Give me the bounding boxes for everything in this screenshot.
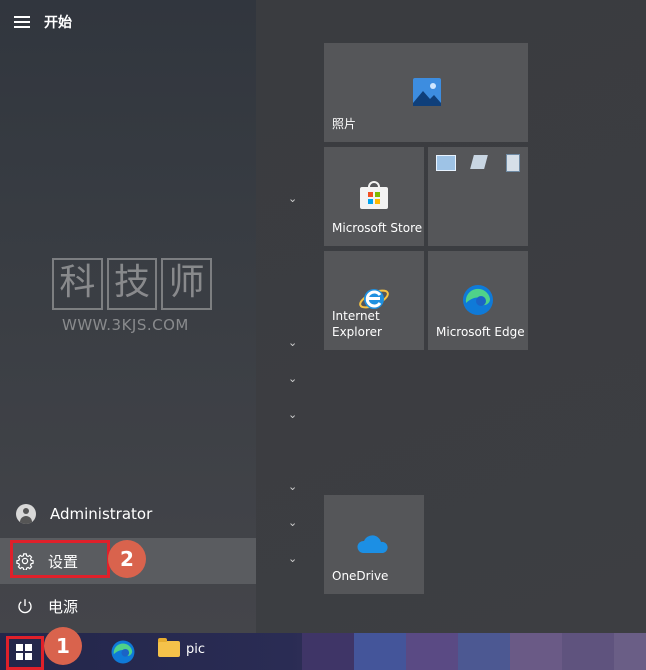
- watermark-url: WWW.3KJS.COM: [62, 316, 189, 334]
- photos-icon: [413, 78, 441, 106]
- tile-label: Internet Explorer: [332, 308, 382, 340]
- taskbar-segment: [510, 633, 562, 670]
- edge-icon: [463, 285, 493, 315]
- taskbar-segment: [614, 633, 646, 670]
- start-button[interactable]: [0, 633, 46, 670]
- power-label: 电源: [48, 597, 79, 616]
- chevron-down-icon[interactable]: ⌄: [288, 408, 297, 421]
- mini-app-icon: [470, 155, 488, 169]
- taskbar: pic: [0, 633, 646, 670]
- tile-microsoft-store[interactable]: Microsoft Store: [324, 147, 424, 246]
- watermark-char: 技: [106, 258, 158, 310]
- power-icon: [18, 599, 32, 614]
- tile-folder-group[interactable]: [428, 147, 528, 246]
- onedrive-cloud-icon: [357, 535, 388, 553]
- chevron-down-icon[interactable]: ⌄: [288, 516, 297, 529]
- step-1-badge: 1: [44, 627, 82, 665]
- taskbar-segment: [406, 633, 458, 670]
- edge-taskbar-icon[interactable]: [110, 639, 136, 665]
- watermark-logo: 科 技 师 WWW.3KJS.COM: [52, 258, 213, 334]
- start-menu-header: 开始: [14, 10, 72, 34]
- taskbar-segment: [458, 633, 510, 670]
- mini-app-icon: [436, 155, 456, 171]
- start-highlight-box: [6, 636, 44, 670]
- taskbar-pic-label: pic: [186, 641, 206, 657]
- watermark-char: 师: [161, 258, 213, 310]
- user-avatar-icon: [16, 504, 36, 524]
- store-bag-icon: [360, 181, 388, 209]
- folder-icon: [158, 638, 180, 657]
- chevron-down-icon[interactable]: ⌄: [288, 552, 297, 565]
- tile-label: Microsoft Edge: [436, 325, 525, 339]
- tile-label-line: Explorer: [332, 325, 382, 339]
- taskbar-pic-folder[interactable]: pic: [158, 638, 206, 657]
- tile-onedrive[interactable]: OneDrive: [324, 495, 424, 594]
- chevron-down-icon[interactable]: ⌄: [288, 192, 297, 205]
- chevron-down-icon[interactable]: ⌄: [288, 336, 297, 349]
- taskbar-segment: [302, 633, 354, 670]
- start-menu-title: 开始: [44, 15, 72, 31]
- power-item[interactable]: 电源: [0, 586, 256, 626]
- chevron-down-icon[interactable]: ⌄: [288, 480, 297, 493]
- taskbar-segment: [354, 633, 406, 670]
- tile-label: Microsoft Store: [332, 221, 423, 235]
- calculator-icon: [506, 154, 520, 172]
- user-name: Administrator: [50, 505, 153, 523]
- tile-label-line: Internet: [332, 309, 380, 323]
- tile-label: 照片: [332, 117, 357, 131]
- watermark-char: 科: [52, 258, 103, 310]
- chevron-down-icon[interactable]: ⌄: [288, 372, 297, 385]
- settings-highlight-box: [10, 540, 110, 578]
- tile-internet-explorer[interactable]: Internet Explorer: [324, 251, 424, 350]
- tile-microsoft-edge[interactable]: Microsoft Edge: [428, 251, 528, 350]
- hamburger-menu-icon[interactable]: [14, 16, 30, 28]
- taskbar-segment: [562, 633, 614, 670]
- step-2-badge: 2: [108, 540, 146, 578]
- tile-label: OneDrive: [332, 569, 389, 583]
- user-account-item[interactable]: Administrator: [0, 494, 256, 534]
- tile-photos[interactable]: 照片: [324, 43, 528, 142]
